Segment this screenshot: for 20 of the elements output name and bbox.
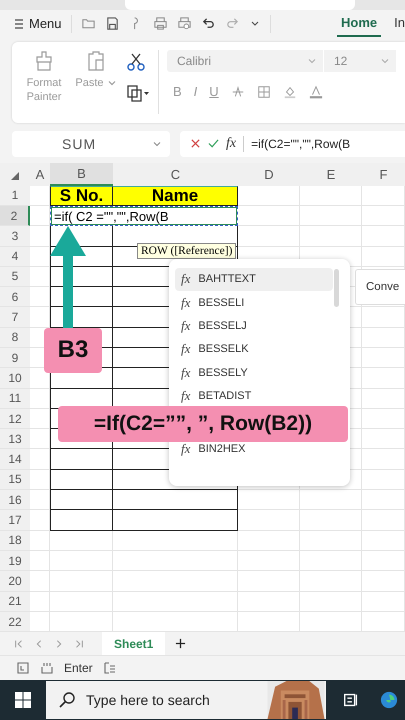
function-icon: fx xyxy=(181,271,190,288)
function-name: BIN2HEX xyxy=(198,442,246,455)
function-name: BESSELJ xyxy=(198,320,247,332)
function-icon: fx xyxy=(181,440,190,457)
function-name: BESSELI xyxy=(198,296,244,309)
function-name: BAHTTEXT xyxy=(198,273,256,286)
header-cell: S No. xyxy=(50,186,113,206)
function-icon: fx xyxy=(181,364,190,381)
formula-callout-overlay: =If(C2=””, ”, Row(B2)) xyxy=(58,406,348,442)
function-name: BETADIST xyxy=(198,390,252,402)
function-icon: fx xyxy=(181,341,190,358)
function-name: BESSELK xyxy=(198,343,249,356)
function-name: BESSELY xyxy=(198,366,248,379)
function-icon: fx xyxy=(181,318,190,334)
cell-callout-overlay: B3 xyxy=(44,328,102,373)
mode-indicator: Enter xyxy=(64,661,93,676)
function-icon: fx xyxy=(181,388,190,404)
function-icon: fx xyxy=(181,294,190,311)
header-cell: Name xyxy=(113,186,238,206)
function-tooltip: ROW ([Reference]) xyxy=(137,242,236,259)
